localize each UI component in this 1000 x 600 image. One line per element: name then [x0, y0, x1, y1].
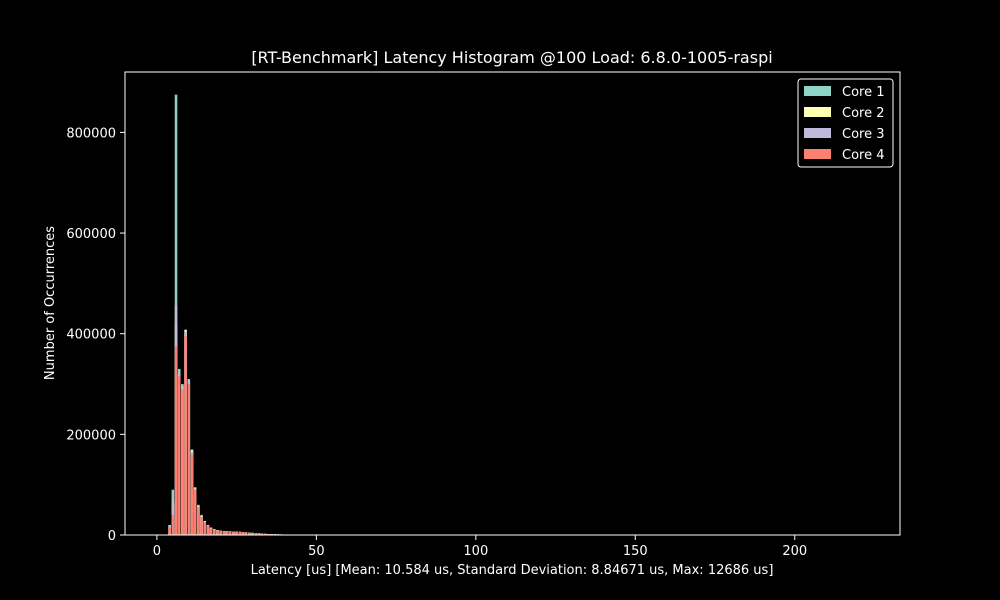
bar-core-4: [177, 376, 181, 535]
histogram-chart: [RT-Benchmark] Latency Histogram @100 Lo…: [0, 0, 1000, 600]
legend-label-core-1: Core 1: [842, 85, 885, 100]
bar-core-4: [174, 346, 178, 535]
bar-core-4: [203, 522, 207, 535]
x-tick-label: 50: [308, 544, 325, 559]
bar-core-4: [213, 529, 216, 535]
bar-core-4: [222, 531, 226, 535]
bar-core-4: [200, 516, 203, 535]
bar-core-4: [181, 389, 184, 535]
bar-core-4: [219, 530, 222, 535]
legend-swatch-core-4: [804, 149, 831, 159]
chart-title: [RT-Benchmark] Latency Histogram @100 Lo…: [251, 48, 772, 67]
x-tick-label: 0: [153, 544, 161, 559]
y-tick-label: 200000: [66, 428, 116, 443]
bar-core-4: [228, 531, 232, 535]
y-axis-label: Number of Occurrences: [43, 226, 58, 380]
legend-swatch-core-1: [804, 86, 831, 96]
bar-core-4: [206, 525, 210, 535]
bar-core-4: [209, 528, 213, 535]
bar-core-4: [187, 384, 191, 535]
bar-core-4: [225, 531, 229, 535]
y-tick-label: 0: [108, 529, 116, 544]
bar-core-4: [171, 514, 175, 535]
legend: Core 1 Core 2 Core 3 Core 4: [797, 78, 894, 168]
x-tick-label: 100: [463, 544, 488, 559]
x-axis-label: Latency [us] [Mean: 10.584 us, Standard …: [251, 563, 774, 578]
x-tick-label: 150: [623, 544, 648, 559]
legend-label-core-2: Core 2: [842, 106, 885, 121]
legend-swatch-core-2: [804, 107, 831, 117]
y-tick-label: 400000: [66, 328, 116, 343]
bar-core-4: [168, 527, 171, 535]
bar-core-4: [190, 454, 194, 535]
bar-core-4: [216, 530, 219, 535]
bar-core-4: [184, 336, 187, 535]
y-tick-label: 800000: [66, 126, 116, 141]
legend-label-core-4: Core 4: [842, 148, 885, 163]
bar-core-4: [193, 489, 197, 535]
x-tick-label: 200: [782, 544, 807, 559]
legend-label-core-3: Core 3: [842, 127, 885, 142]
bar-core-4: [197, 507, 200, 535]
y-tick-label: 600000: [66, 227, 116, 242]
legend-swatch-core-3: [804, 128, 831, 138]
